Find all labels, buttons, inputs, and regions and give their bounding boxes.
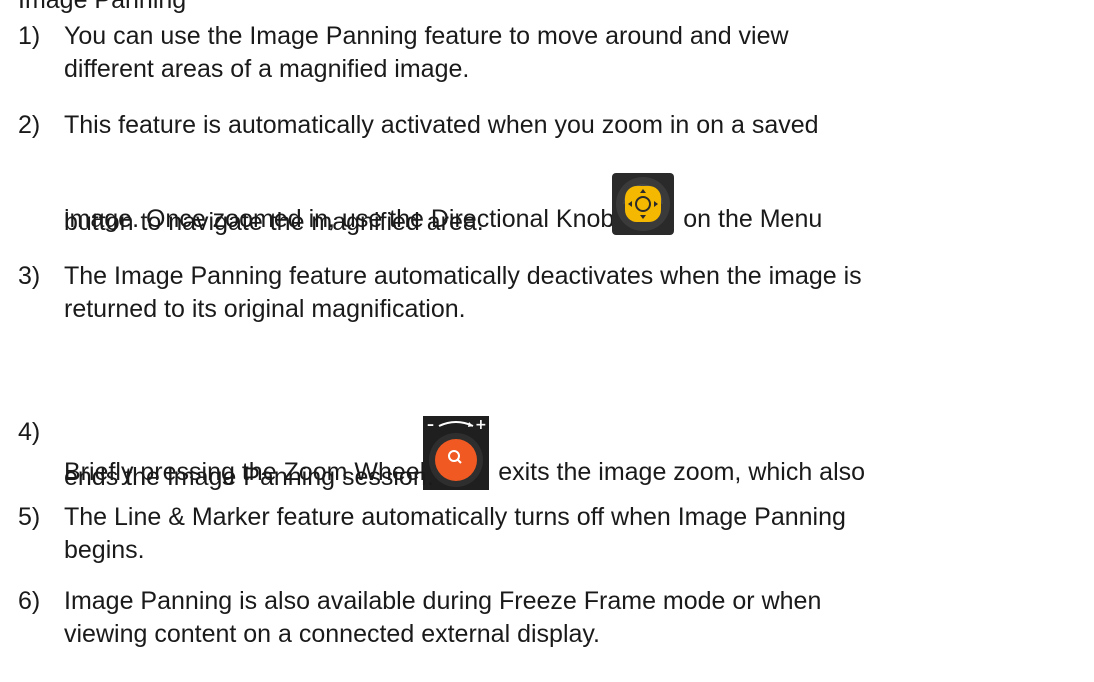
item-number: 6) (18, 587, 41, 615)
item-line: You can use the Image Panning feature to… (64, 22, 789, 50)
item-line: returned to its original magnification. (64, 295, 466, 323)
item-line: begins. (64, 536, 145, 564)
item-line: This feature is automatically activated … (64, 111, 819, 139)
document-page: Image Panning 1) You can use the Image P… (0, 0, 1094, 682)
item-line: The Image Panning feature automatically … (64, 262, 862, 290)
svg-text:–: – (427, 417, 434, 433)
item-number: 5) (18, 503, 41, 531)
item-line: Image Panning is also available during F… (64, 587, 822, 615)
item-line: ends the Image Panning session. (64, 463, 434, 491)
section-heading-partial: Image Panning (18, 0, 187, 14)
item-number: 2) (18, 111, 41, 139)
item-number: 4) (18, 418, 41, 446)
item-number: 1) (18, 22, 41, 50)
item-line: button to navigate the magnified area. (64, 208, 484, 236)
svg-text:+: + (475, 417, 487, 433)
item-line: viewing content on a connected external … (64, 620, 600, 648)
item-line: The Line & Marker feature automatically … (64, 503, 846, 531)
item-number: 3) (18, 262, 41, 290)
item-line: different areas of a magnified image. (64, 55, 470, 83)
